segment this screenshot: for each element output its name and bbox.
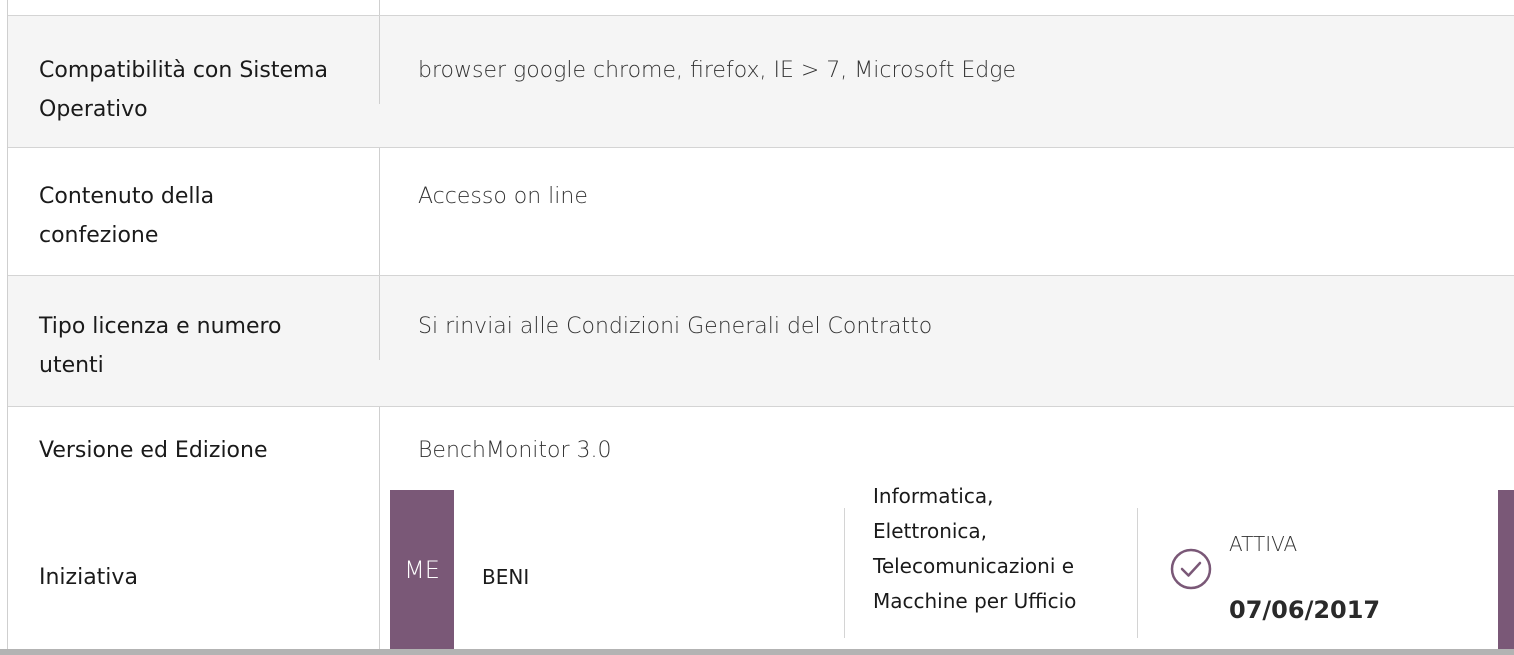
column-divider: [379, 489, 380, 655]
row-value: Si rinviai alle Condizioni Generali del …: [418, 314, 933, 339]
row-label: Iniziativa: [39, 565, 138, 590]
row-label: Contenuto della confezione: [39, 184, 215, 248]
table-row: Contenuto della confezione Accesso on li…: [8, 148, 1514, 276]
column-divider: [379, 407, 380, 489]
iniziativa-divider: [844, 508, 845, 638]
iniziativa-tipo: BENI: [482, 565, 530, 589]
row-label: Compatibilità con Sistema Operativo: [39, 58, 328, 122]
column-divider: [379, 276, 380, 360]
iniziativa-badge: ME: [390, 490, 454, 655]
table-row: Versione ed Edizione BenchMonitor 3.0: [8, 407, 1514, 489]
status-date: 07/06/2017: [1229, 596, 1381, 624]
iniziativa-divider: [1137, 508, 1138, 638]
row-label: Versione ed Edizione: [39, 438, 268, 463]
iniziativa-categoria: Informatica, Elettronica, Telecomunicazi…: [873, 484, 1077, 613]
row-value: browser google chrome, firefox, IE > 7, …: [418, 58, 1016, 83]
column-divider: [379, 0, 380, 15]
iniziativa-badge-label: ME: [404, 556, 440, 584]
row-value: Accesso on line: [418, 184, 588, 209]
column-divider: [379, 16, 380, 104]
bottom-border: [0, 649, 1514, 655]
status-label: ATTIVA: [1229, 532, 1298, 556]
column-divider: [379, 148, 380, 275]
row-value: BenchMonitor 3.0: [418, 438, 612, 463]
table-row: Compatibilità con Sistema Operativo brow…: [8, 16, 1514, 148]
table-row: Tipo licenza e numero utenti Si rinviai …: [8, 276, 1514, 407]
row-label: Tipo licenza e numero utenti: [39, 314, 282, 378]
iniziativa-accent-bar: [1498, 490, 1514, 655]
table-row-clipped: [8, 0, 1514, 16]
check-circle-icon: [1170, 548, 1212, 590]
product-details-table: Compatibilità con Sistema Operativo brow…: [0, 0, 1514, 655]
